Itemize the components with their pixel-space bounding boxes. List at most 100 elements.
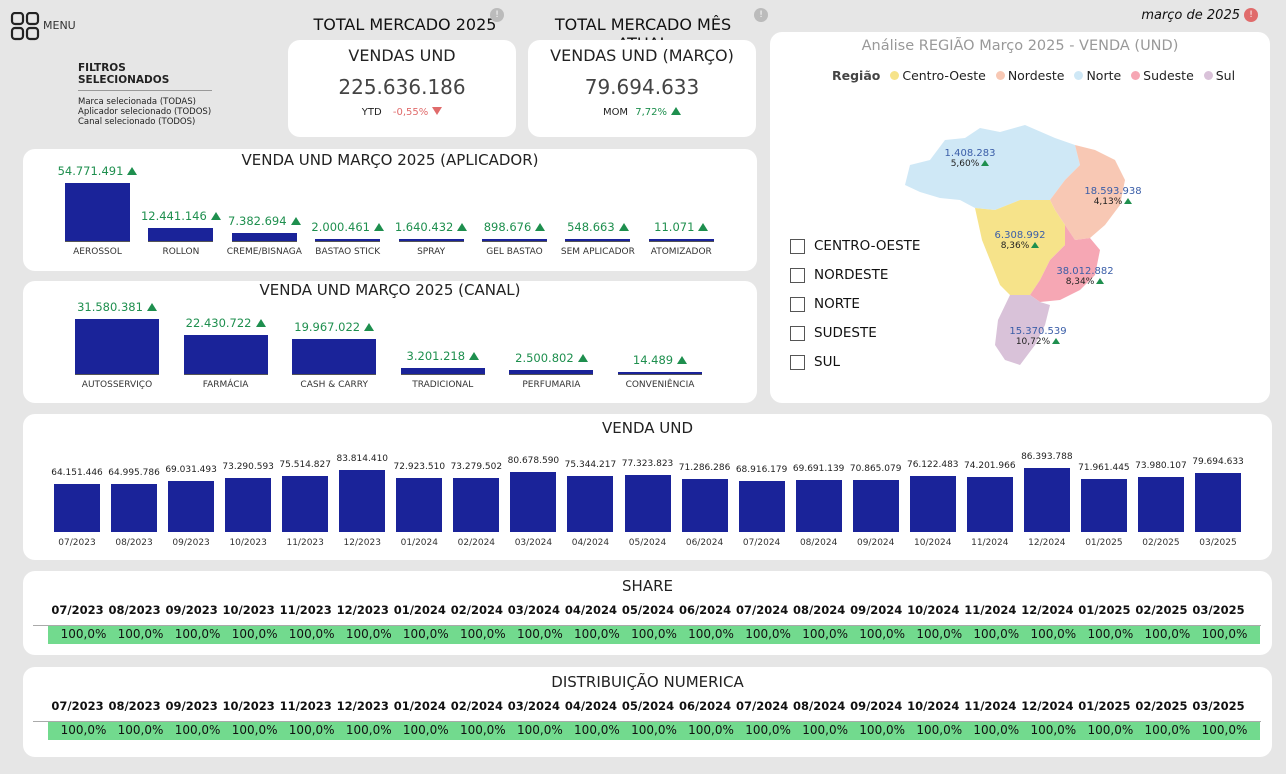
filters-title: FILTROS SELECIONADOS	[78, 62, 212, 91]
table-value-cell: 100,0%	[574, 723, 620, 737]
monthly-bar[interactable]	[795, 480, 842, 532]
table-header-cell: 06/2024	[678, 603, 732, 617]
monthly-bar[interactable]	[396, 477, 443, 532]
table-header-cell: 07/2023	[51, 699, 104, 713]
aplicador-bar[interactable]	[65, 183, 130, 241]
monthly-bar[interactable]	[282, 476, 329, 532]
legend-dot-icon	[1131, 71, 1141, 80]
filter-channel: Canal selecionado (TODOS)	[78, 117, 196, 127]
table-value-cell: 100,0%	[117, 723, 164, 737]
table-value-cell: 100,0%	[745, 723, 791, 737]
aplicador-baseline	[482, 241, 547, 242]
monthly-bar[interactable]	[54, 484, 100, 532]
checkbox-nordeste[interactable]: NORDESTE	[790, 267, 920, 296]
canal-baseline	[400, 374, 485, 375]
up-triangle-icon	[127, 167, 138, 175]
up-triangle-icon	[255, 318, 266, 327]
checkbox-norte[interactable]: NORTE	[790, 296, 920, 325]
table-value-cell: 100,0%	[1030, 627, 1077, 641]
monthly-bar[interactable]	[966, 477, 1013, 532]
legend-centro-oeste[interactable]: Centro-Oeste	[890, 68, 986, 83]
canal-baseline	[75, 374, 159, 375]
table-value-cell: 100,0%	[802, 723, 849, 737]
region-checkbox-list: CENTRO-OESTE NORDESTE NORTE SUDESTE SUL	[790, 238, 920, 383]
table-header-cell: 09/2024	[850, 699, 903, 713]
checkbox-sudeste[interactable]: SUDESTE	[790, 325, 920, 354]
checkbox-icon[interactable]	[790, 354, 805, 370]
map-legend: Região Centro-Oeste Nordeste Norte Sudes…	[832, 68, 1235, 83]
table-value-cell: 100,0%	[459, 723, 506, 737]
menu-button[interactable]: MENU	[10, 12, 80, 42]
monthly-bar[interactable]	[1137, 477, 1184, 532]
monthly-bar[interactable]	[567, 476, 614, 532]
canal-bar[interactable]	[75, 319, 159, 374]
label-centro-oeste: 6.308.992 8,36%	[994, 230, 1046, 251]
monthly-bar[interactable]	[111, 483, 158, 532]
canal-value-text: 22.430.722	[185, 315, 252, 330]
kpi2-card: VENDAS UND (MARÇO) 79.694.633 MOM 7,72%	[528, 40, 756, 137]
kpi2-value: 79.694.633	[584, 75, 700, 99]
kpi1-info-icon[interactable]: !	[490, 8, 504, 22]
monthly-bar[interactable]	[1023, 468, 1070, 532]
menu-label: MENU	[43, 19, 76, 32]
up-triangle-icon	[469, 352, 480, 361]
checkbox-centro-oeste[interactable]: CENTRO-OESTE	[790, 238, 920, 267]
table-value-cell: 100,0%	[174, 723, 221, 737]
table-header-cell: 02/2024	[450, 603, 503, 617]
checkbox-icon[interactable]	[790, 238, 805, 254]
monthly-bar[interactable]	[624, 474, 671, 532]
filter-brand: Marca selecionada (TODAS)	[78, 97, 196, 107]
label-sudeste: 38.012.882 8,34%	[1056, 266, 1114, 287]
canal-value-text: 14.489	[632, 353, 674, 367]
venda-und-chart: 64.151.446 07/2023 64.995.786 08/2023 69.031…	[23, 414, 1272, 560]
monthly-bar[interactable]	[510, 472, 557, 532]
monthly-bar[interactable]	[339, 469, 386, 532]
aplicador-value-text: 1.640.432	[394, 220, 454, 234]
aplicador-bar[interactable]	[148, 227, 214, 241]
canal-bar[interactable]	[183, 334, 268, 374]
table-value-cell: 100,0%	[231, 627, 278, 641]
period-info-icon[interactable]: !	[1244, 8, 1258, 22]
table-header-cell: 03/2025	[1192, 603, 1245, 617]
distribuicao-title: DISTRIBUIÇÃO NUMERICA	[551, 673, 744, 691]
up-triangle-icon	[146, 303, 157, 311]
monthly-bar[interactable]	[225, 477, 272, 532]
up-triangle-icon	[1096, 278, 1105, 284]
legend-sul[interactable]: Sul	[1203, 68, 1235, 83]
table-header-cell: 10/2023	[222, 699, 275, 713]
monthly-bar[interactable]	[909, 475, 956, 532]
kpi2-info-icon[interactable]: !	[754, 8, 768, 22]
checkbox-icon[interactable]	[790, 267, 805, 283]
checkbox-icon[interactable]	[790, 325, 805, 341]
table-header-cell: 04/2024	[564, 699, 618, 713]
aplicador-bar[interactable]	[231, 233, 297, 241]
table-header-cell: 01/2024	[393, 699, 446, 713]
table-value-cell: 100,0%	[345, 627, 392, 641]
kpi2-delta-label: MOM	[602, 107, 629, 118]
checkbox-sul[interactable]: SUL	[790, 354, 920, 383]
legend-sudeste[interactable]: Sudeste	[1131, 68, 1194, 83]
legend-nordeste[interactable]: Nordeste	[995, 68, 1064, 83]
monthly-value-label: 79.694.633	[1192, 456, 1244, 467]
table-value-cell: 100,0%	[688, 627, 734, 641]
monthly-bar[interactable]	[681, 479, 728, 532]
monthly-bar[interactable]	[738, 480, 785, 532]
monthly-bar[interactable]	[852, 479, 899, 532]
filter-applicator: Aplicador selecionado (TODOS)	[78, 107, 212, 117]
table-value-cell: 100,0%	[288, 723, 335, 737]
table-value-cell: 100,0%	[402, 723, 449, 737]
monthly-bar[interactable]	[1195, 472, 1241, 532]
kpi1-title: VENDAS UND	[348, 46, 456, 65]
monthly-bar[interactable]	[453, 477, 500, 532]
canal-bar[interactable]	[292, 339, 377, 374]
aplicador-value-text: 54.771.491	[57, 164, 124, 178]
kpi1-card: VENDAS UND 225.636.186 YTD -0,55%	[288, 40, 516, 137]
legend-norte[interactable]: Norte	[1074, 68, 1121, 83]
table-value-cell: 100,0%	[916, 627, 963, 641]
table-value-cell: 100,0%	[1144, 627, 1191, 641]
monthly-bar[interactable]	[168, 480, 215, 532]
checkbox-icon[interactable]	[790, 296, 805, 312]
legend-dot-icon	[1074, 71, 1084, 80]
canal-value-label: 31.580.381	[50, 300, 184, 314]
monthly-bar[interactable]	[1080, 478, 1127, 532]
